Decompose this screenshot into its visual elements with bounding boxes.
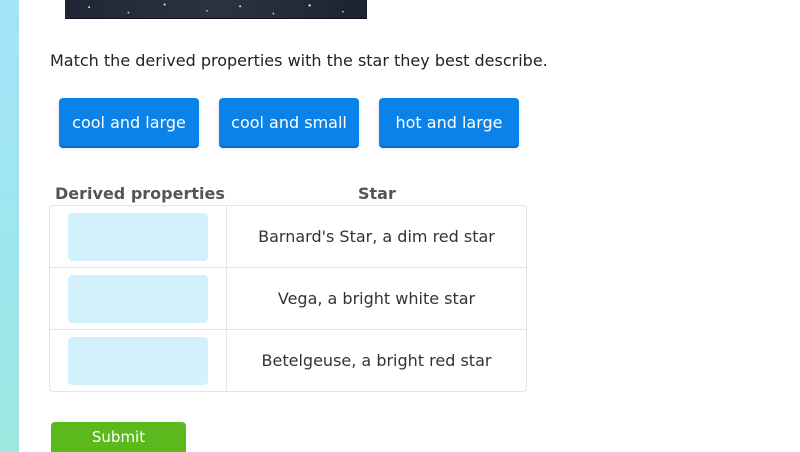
choice-tile-cool-and-small[interactable]: cool and small [219, 98, 359, 146]
drop-cell [50, 330, 227, 391]
drop-zone-barnards-star[interactable] [68, 212, 208, 261]
choice-tile-cool-and-large[interactable]: cool and large [59, 98, 199, 146]
left-accent-rail [0, 0, 19, 452]
drop-cell [50, 268, 227, 329]
question-instruction: Match the derived properties with the st… [50, 51, 548, 70]
drop-zone-betelgeuse[interactable] [68, 336, 208, 385]
submit-button[interactable]: Submit [51, 422, 186, 452]
table-row: Barnard's Star, a dim red star [50, 206, 526, 268]
column-header-derived-properties: Derived properties [55, 184, 225, 203]
table-row: Betelgeuse, a bright red star [50, 330, 526, 391]
drop-zone-vega[interactable] [68, 274, 208, 323]
choice-tile-hot-and-large[interactable]: hot and large [379, 98, 519, 146]
table-row: Vega, a bright white star [50, 268, 526, 330]
star-label-betelgeuse: Betelgeuse, a bright red star [261, 351, 492, 370]
answer-choices: cool and large cool and small hot and la… [59, 98, 519, 146]
star-label-barnards-star: Barnard's Star, a dim red star [258, 227, 495, 246]
column-header-star: Star [358, 184, 396, 203]
practice-page: Match the derived properties with the st… [0, 0, 800, 452]
night-sky-image [65, 0, 367, 19]
drop-cell [50, 206, 227, 267]
match-table: Barnard's Star, a dim red star Vega, a b… [49, 205, 527, 392]
star-label-vega: Vega, a bright white star [277, 289, 476, 308]
